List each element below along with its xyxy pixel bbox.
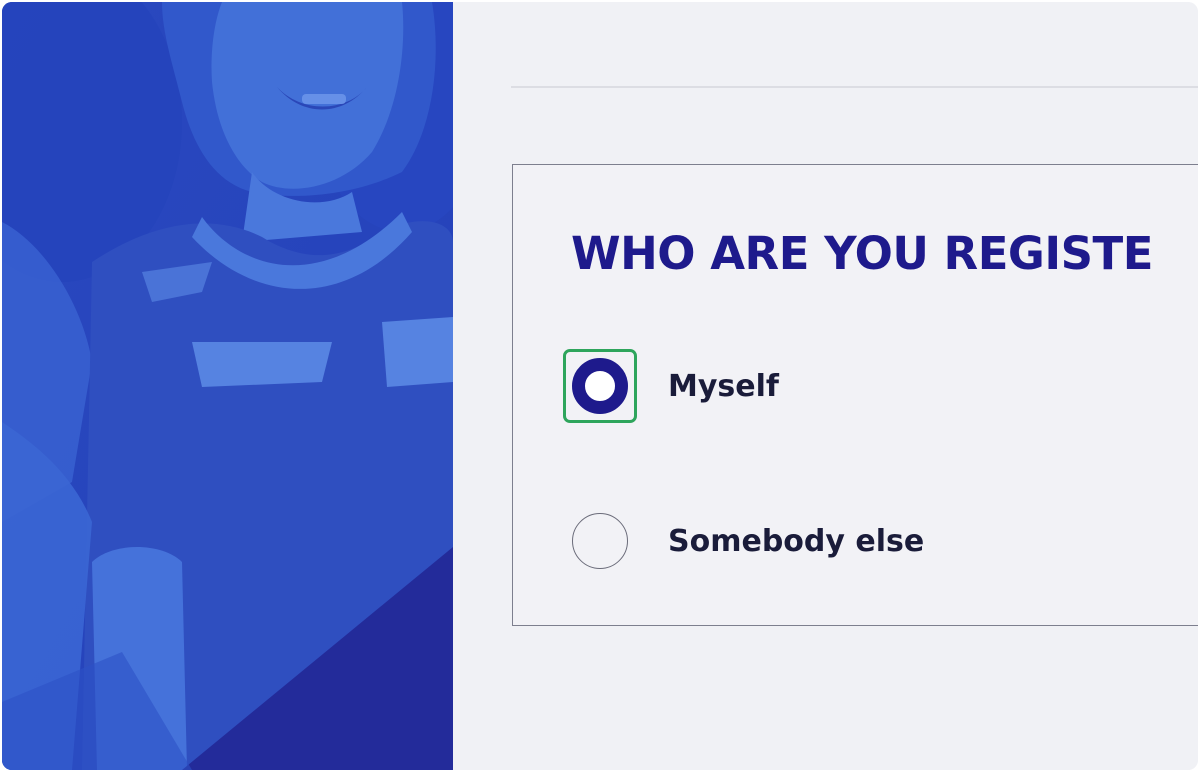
option-somebody-else[interactable]: Somebody else [563, 504, 924, 578]
registration-question-card: WHO ARE YOU REGISTE Myself Somebody else [512, 164, 1198, 626]
radio-focus-ring[interactable] [563, 349, 637, 423]
radio-wrap[interactable] [563, 504, 637, 578]
registration-window: WHO ARE YOU REGISTE Myself Somebody else [2, 2, 1198, 770]
child-photo-illustration [2, 2, 453, 770]
hero-image [2, 2, 453, 770]
option-somebody-else-label[interactable]: Somebody else [668, 524, 924, 559]
radio-myself[interactable] [572, 358, 628, 414]
radio-somebody-else[interactable] [572, 513, 628, 569]
question-heading: WHO ARE YOU REGISTE [571, 227, 1153, 280]
divider-line [511, 86, 1198, 88]
option-myself[interactable]: Myself [563, 349, 779, 423]
main-panel: WHO ARE YOU REGISTE Myself Somebody else [453, 2, 1198, 770]
option-myself-label[interactable]: Myself [668, 369, 779, 404]
